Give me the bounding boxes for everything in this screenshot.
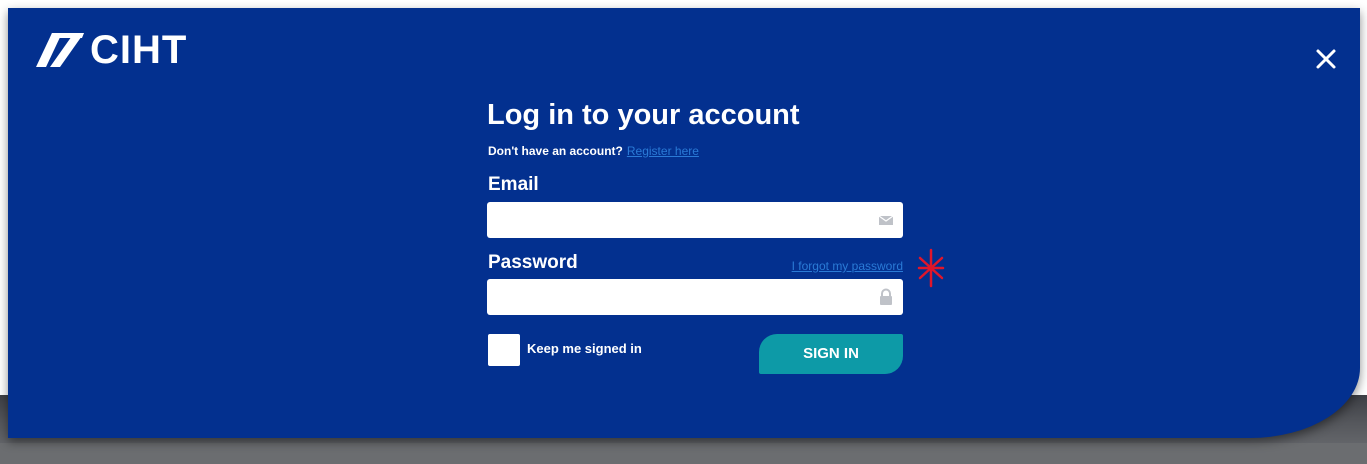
email-field[interactable]	[487, 202, 877, 236]
register-prompt: Don't have an account? Register here	[488, 144, 699, 158]
page-title: Log in to your account	[487, 99, 800, 131]
ciht-logo: CIHT	[36, 30, 187, 70]
forgot-password-link[interactable]: I forgot my password	[792, 259, 903, 273]
red-click-marker-icon	[917, 248, 945, 288]
register-link[interactable]: Register here	[627, 144, 699, 158]
envelope-icon	[878, 215, 894, 225]
keep-signed-in-label: Keep me signed in	[527, 341, 642, 356]
close-icon	[1316, 49, 1336, 69]
email-label: Email	[488, 174, 539, 195]
logo-mark-icon	[36, 33, 84, 67]
email-field-wrapper	[487, 202, 903, 238]
no-account-text: Don't have an account?	[488, 144, 623, 158]
logo-text: CIHT	[90, 28, 188, 72]
close-button[interactable]	[1311, 44, 1341, 74]
password-label: Password	[488, 252, 578, 273]
page: CIHT Log in to your account Don't have a…	[0, 0, 1367, 464]
sign-in-button[interactable]: SIGN IN	[759, 334, 903, 374]
keep-signed-in-checkbox[interactable]	[488, 334, 520, 366]
lock-icon	[880, 288, 892, 305]
password-field[interactable]	[487, 279, 877, 313]
password-field-wrapper	[487, 279, 903, 315]
login-modal: CIHT Log in to your account Don't have a…	[8, 8, 1360, 438]
login-form: Log in to your account Don't have an acc…	[487, 98, 903, 374]
